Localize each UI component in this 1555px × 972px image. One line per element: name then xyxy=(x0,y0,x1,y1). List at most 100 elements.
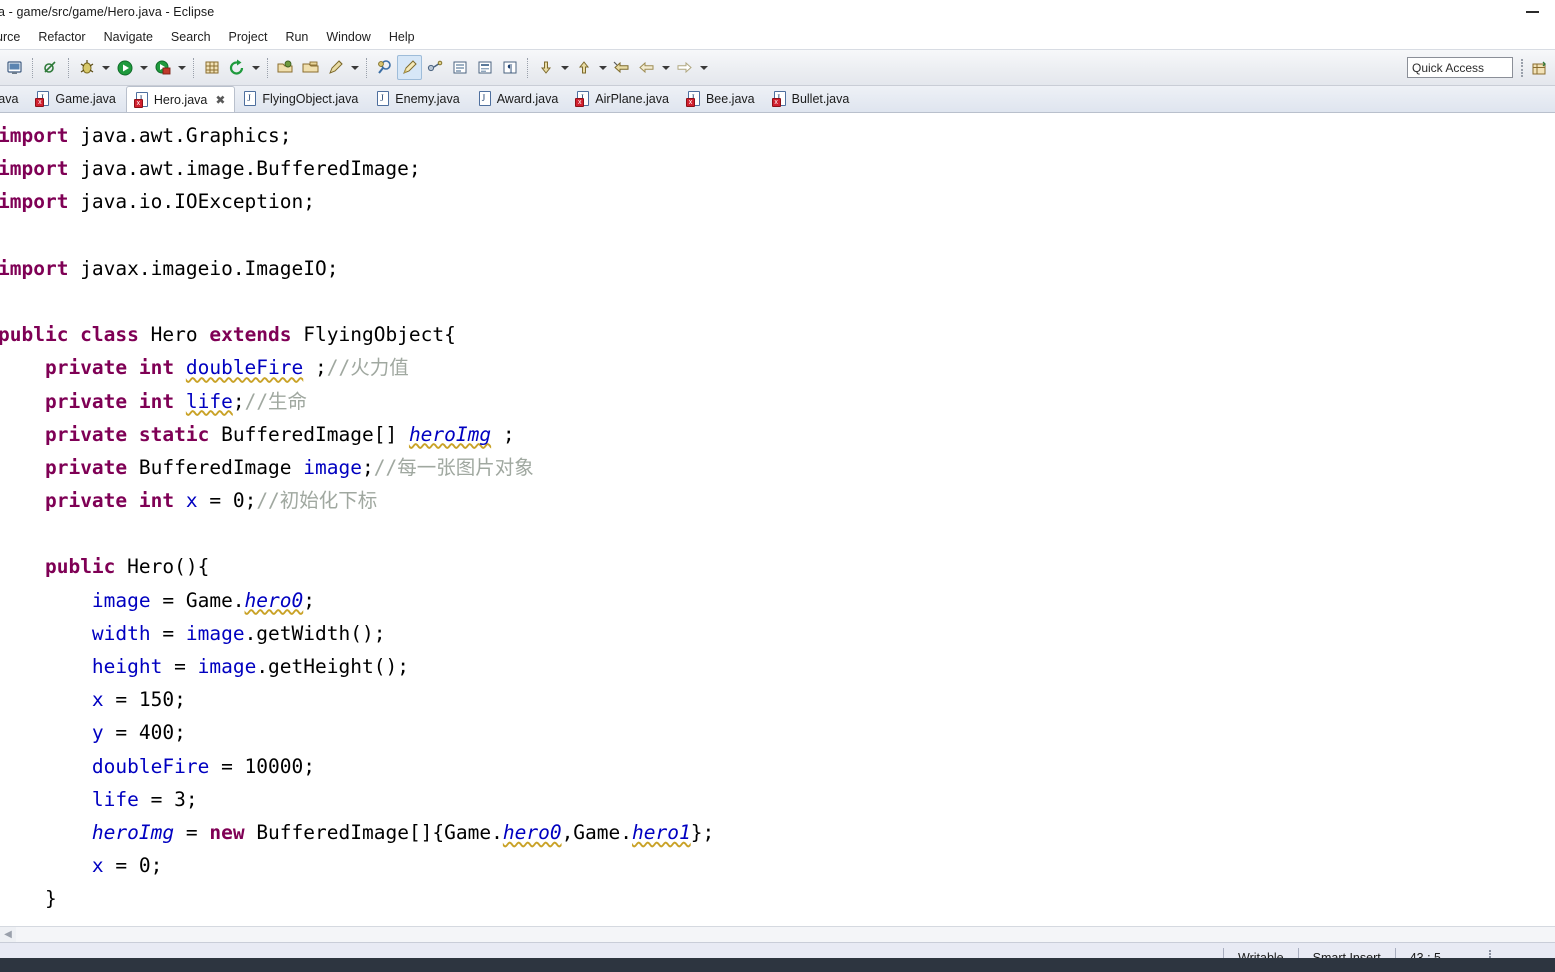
code-line: private int x = 0;//初始化下标 xyxy=(0,484,1555,517)
highlight-icon[interactable] xyxy=(397,55,422,80)
editor-tab-label: Bee.java xyxy=(705,91,755,106)
editor-tab-enemy-java[interactable]: J Enemy.java xyxy=(368,86,469,112)
toolbar-separator xyxy=(527,57,528,78)
menu-item-window[interactable]: Window xyxy=(317,27,379,47)
minimize-icon xyxy=(1525,11,1539,13)
toolbar-drag-handle[interactable] xyxy=(1519,59,1525,77)
code-token: heroImg xyxy=(91,820,175,844)
forward-dropdown-arrow[interactable] xyxy=(697,55,710,80)
code-token: image xyxy=(91,588,151,612)
open-task-icon[interactable] xyxy=(298,55,323,80)
code-token: BufferedImage[]{Game. xyxy=(244,820,503,844)
source-code[interactable]: import java.awt.Graphics; import java.awt… xyxy=(0,119,1555,916)
editor-tab-flyingobject-java[interactable]: J FlyingObject.java xyxy=(235,86,368,112)
code-token: x xyxy=(91,688,104,712)
new-wizard-icon[interactable] xyxy=(2,55,27,80)
external-tools-dropdown-arrow[interactable] xyxy=(175,55,188,80)
link-icon[interactable] xyxy=(422,55,447,80)
editor-tab-label: Enemy.java xyxy=(395,91,460,106)
run-dropdown-arrow[interactable] xyxy=(137,55,150,80)
editor-tab-hero-java[interactable]: Jx Hero.java ✖ xyxy=(125,86,236,112)
pilcrow-icon[interactable]: ¶ xyxy=(497,55,522,80)
refresh-dropdown-arrow[interactable] xyxy=(249,55,262,80)
code-token: = 0; xyxy=(103,854,163,878)
open-type-icon[interactable] xyxy=(273,55,298,80)
menu-item-search[interactable]: Search xyxy=(162,27,220,47)
code-token: extends xyxy=(209,323,292,347)
toggle-breakpoint-icon[interactable] xyxy=(38,55,63,80)
close-icon[interactable]: ✖ xyxy=(215,94,225,106)
back-dropdown-arrow[interactable] xyxy=(659,55,672,80)
source-code-viewport[interactable]: import java.awt.Graphics; import java.awt… xyxy=(0,113,1555,926)
code-token: private int xyxy=(44,389,175,413)
code-token: .getHeight(); xyxy=(256,655,409,678)
scrollbar-track[interactable] xyxy=(16,927,1555,942)
run-icon[interactable] xyxy=(112,55,137,80)
java-error-file-icon: Jx xyxy=(771,91,787,107)
editor-tab-label: Hero.java xyxy=(153,92,208,107)
code-token: = Game. xyxy=(150,588,245,612)
forward-icon[interactable] xyxy=(672,55,697,80)
toolbar-group-new xyxy=(2,50,74,85)
editor-tab-bee-java[interactable]: Jx Bee.java xyxy=(679,86,765,112)
menu-item-run[interactable]: Run xyxy=(276,27,317,47)
toolbar-group-search: ¶ xyxy=(372,50,533,85)
editor-tab-airplane-java[interactable]: Jx AirPlane.java xyxy=(568,86,679,112)
debug-icon[interactable] xyxy=(74,55,99,80)
menu-item-refactor[interactable]: Refactor xyxy=(29,27,94,47)
scroll-left-icon[interactable]: ◀ xyxy=(0,927,16,942)
code-token: ; xyxy=(232,389,245,413)
editor-tab-award-java[interactable]: J Award.java xyxy=(470,86,569,112)
next-edit-icon[interactable] xyxy=(533,55,558,80)
open-perspective-icon[interactable] xyxy=(1527,56,1553,80)
editor-horizontal-scrollbar[interactable]: ◀ xyxy=(0,926,1555,942)
code-token: ; xyxy=(303,356,327,380)
toolbar-group-java xyxy=(199,50,273,85)
edit-icon[interactable] xyxy=(323,55,348,80)
menu-item-navigate[interactable]: Navigate xyxy=(95,27,162,47)
outline-icon[interactable] xyxy=(472,55,497,80)
edit-dropdown-arrow[interactable] xyxy=(348,55,361,80)
quick-access-input[interactable]: Quick Access xyxy=(1407,57,1513,78)
toolbar-group-navigate xyxy=(533,50,710,85)
previous-edit-icon[interactable] xyxy=(571,55,596,80)
next-edit-dropdown-arrow[interactable] xyxy=(558,55,571,80)
back-icon[interactable] xyxy=(609,55,634,80)
search-icon[interactable] xyxy=(372,55,397,80)
code-token: = 0; xyxy=(197,489,257,513)
code-token: = xyxy=(150,621,186,645)
code-token: width xyxy=(91,621,151,645)
next-annotation-icon[interactable] xyxy=(447,55,472,80)
back-nav-icon[interactable] xyxy=(634,55,659,80)
code-token: ; xyxy=(361,455,374,479)
previous-edit-dropdown-arrow[interactable] xyxy=(596,55,609,80)
debug-dropdown-arrow[interactable] xyxy=(99,55,112,80)
code-token: java.awt.image.BufferedImage; xyxy=(68,157,421,181)
menu-item-project[interactable]: Project xyxy=(220,27,277,47)
menu-item-urce[interactable]: urce xyxy=(0,27,29,47)
code-token: //每一张图片对象 xyxy=(373,455,534,479)
code-line: heroImg = new BufferedImage[]{Game.hero0… xyxy=(0,816,1555,849)
new-java-package-icon[interactable] xyxy=(199,55,224,80)
editor-tab-bullet-java[interactable]: Jx Bullet.java xyxy=(765,86,860,112)
minimize-button[interactable] xyxy=(1519,2,1545,22)
code-line: y = 400; xyxy=(0,716,1555,749)
code-token: image xyxy=(185,621,245,645)
code-token: FlyingObject{ xyxy=(291,323,456,347)
menu-item-help[interactable]: Help xyxy=(380,27,424,47)
editor-tab-label: AirPlane.java xyxy=(595,91,669,106)
refresh-icon[interactable] xyxy=(224,55,249,80)
java-error-file-icon: Jx xyxy=(685,91,701,107)
editor-tab-game-java[interactable]: Jx Game.java xyxy=(28,86,125,112)
run-external-tools-icon[interactable] xyxy=(150,55,175,80)
code-token: = xyxy=(162,655,198,678)
code-token: new xyxy=(209,820,245,844)
editor-tab--java[interactable]: .java xyxy=(0,86,28,112)
code-token: public xyxy=(44,555,116,579)
